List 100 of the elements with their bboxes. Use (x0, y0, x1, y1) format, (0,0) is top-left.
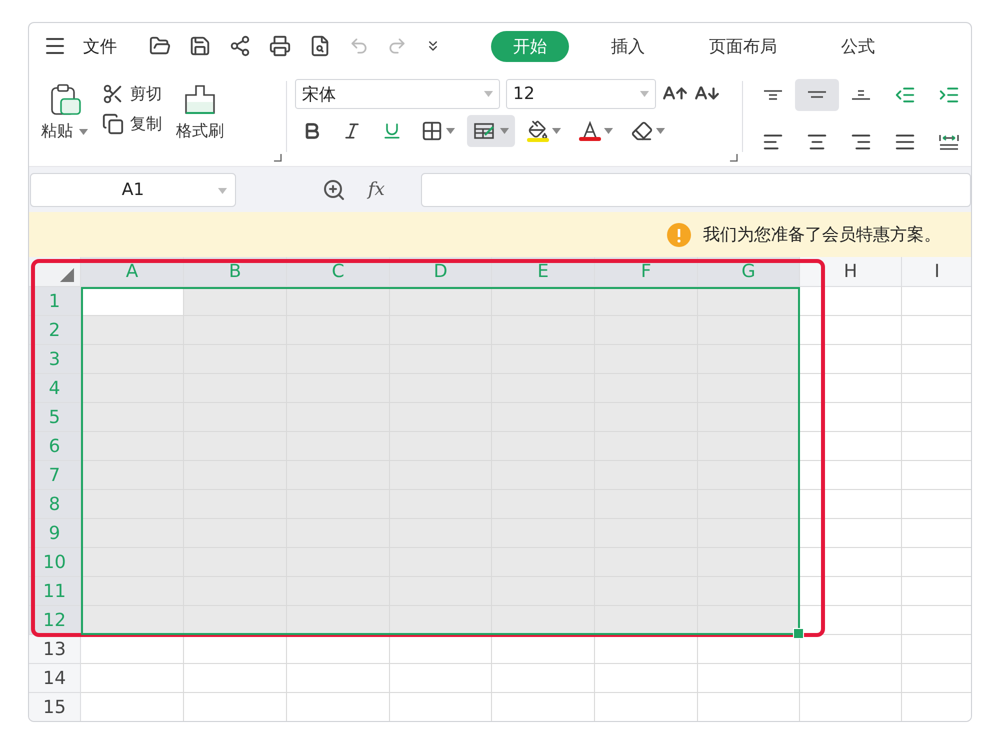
row-header[interactable]: 4 (29, 374, 81, 403)
grid-cell[interactable] (184, 635, 287, 664)
share-icon[interactable] (229, 35, 251, 57)
grid-cell[interactable] (184, 316, 287, 345)
row-header[interactable]: 6 (29, 432, 81, 461)
grid-cell[interactable] (184, 287, 287, 316)
cell-style-button[interactable] (467, 115, 515, 147)
ribbon-tab[interactable]: 开始 (491, 30, 569, 62)
zoom-icon[interactable] (322, 178, 346, 202)
font-name-select[interactable]: 宋体 (295, 79, 500, 109)
row-header[interactable]: 1 (29, 287, 81, 316)
grid-cell[interactable] (800, 664, 902, 693)
redo-icon[interactable] (387, 36, 407, 56)
grid-cell[interactable] (800, 548, 902, 577)
grid-cell[interactable] (800, 461, 902, 490)
font-size-select[interactable]: 12 (506, 79, 656, 109)
grid-cell[interactable] (81, 432, 184, 461)
grid-cell[interactable] (287, 606, 390, 635)
grid-cell[interactable] (81, 316, 184, 345)
format-painter-button[interactable]: 格式刷 (172, 79, 228, 166)
grid-cell[interactable] (800, 287, 902, 316)
grid-cell[interactable] (698, 374, 800, 403)
save-icon[interactable] (189, 35, 211, 57)
row-header[interactable]: 13 (29, 635, 81, 664)
name-box[interactable]: A1 (30, 172, 236, 206)
grid-cell[interactable] (287, 287, 390, 316)
row-header[interactable]: 9 (29, 519, 81, 548)
grid-cell[interactable] (81, 490, 184, 519)
grid-cell[interactable] (287, 664, 390, 693)
grid-cell[interactable] (800, 635, 902, 664)
grid-cell[interactable] (595, 635, 698, 664)
grid-cell[interactable] (698, 287, 800, 316)
formula-input[interactable] (420, 172, 971, 206)
grid-cell[interactable] (595, 287, 698, 316)
grid-cell[interactable] (698, 403, 800, 432)
grid-cell[interactable] (800, 374, 902, 403)
grid-cell[interactable] (800, 403, 902, 432)
paste-button[interactable]: 粘贴 (37, 79, 92, 166)
ribbon-tab[interactable]: 页面布局 (687, 30, 799, 62)
grid-cell[interactable] (81, 345, 184, 374)
row-header[interactable]: 15 (29, 693, 81, 721)
grid-cell[interactable] (81, 374, 184, 403)
ribbon-tab[interactable]: 公式 (819, 30, 897, 62)
grid-cell[interactable] (698, 519, 800, 548)
grid-cell[interactable] (698, 461, 800, 490)
grid-cell[interactable] (698, 490, 800, 519)
grid-cell[interactable] (390, 635, 492, 664)
grid-cell[interactable] (800, 316, 902, 345)
grid-cell[interactable] (698, 548, 800, 577)
grid-cell[interactable] (287, 635, 390, 664)
cut-button[interactable]: 剪切 (100, 83, 164, 105)
row-header[interactable]: 3 (29, 345, 81, 374)
fill-handle[interactable] (793, 628, 804, 639)
row-header[interactable]: 7 (29, 461, 81, 490)
undo-icon[interactable] (349, 36, 369, 56)
grid-cell[interactable] (390, 606, 492, 635)
grid-cell[interactable] (698, 577, 800, 606)
grid-cell[interactable] (595, 664, 698, 693)
row-header[interactable]: 5 (29, 403, 81, 432)
grid-cell[interactable] (81, 287, 184, 316)
grid-cell[interactable] (81, 577, 184, 606)
grid-cell[interactable] (492, 287, 595, 316)
column-header[interactable]: I (902, 257, 971, 287)
align-middle-button[interactable] (795, 79, 839, 111)
grid-cell[interactable] (800, 490, 902, 519)
print-preview-icon[interactable] (309, 35, 331, 57)
column-header[interactable]: H (800, 257, 902, 287)
grid-cell[interactable] (595, 606, 698, 635)
grid-cell[interactable] (390, 664, 492, 693)
grid-cell[interactable] (800, 519, 902, 548)
grid-cell[interactable] (492, 664, 595, 693)
ribbon-tab[interactable]: 插入 (589, 30, 667, 62)
grid-cell[interactable] (81, 664, 184, 693)
file-menu[interactable]: 文件 (83, 34, 117, 58)
print-icon[interactable] (269, 35, 291, 57)
grid-cell[interactable] (800, 577, 902, 606)
grid-cell[interactable] (492, 606, 595, 635)
grid-cell[interactable] (698, 345, 800, 374)
grid-cell[interactable] (698, 606, 800, 635)
grid-cell[interactable] (184, 664, 287, 693)
row-header[interactable]: 14 (29, 664, 81, 693)
grid-cell[interactable] (698, 316, 800, 345)
grid-cell[interactable] (81, 403, 184, 432)
open-folder-icon[interactable] (149, 35, 171, 57)
grid-cell[interactable] (81, 606, 184, 635)
grid-cell[interactable] (800, 345, 902, 374)
grid-cell[interactable] (800, 432, 902, 461)
grid-cell[interactable] (698, 432, 800, 461)
row-header[interactable]: 2 (29, 316, 81, 345)
row-header[interactable]: 8 (29, 490, 81, 519)
grid-cell[interactable] (81, 548, 184, 577)
grid-cell[interactable] (698, 664, 800, 693)
grid-cell[interactable] (184, 606, 287, 635)
grid-cell[interactable] (492, 635, 595, 664)
row-header[interactable]: 11 (29, 577, 81, 606)
row-header[interactable]: 10 (29, 548, 81, 577)
grid-cell[interactable] (81, 519, 184, 548)
grid-cell[interactable] (81, 635, 184, 664)
grid-cell[interactable] (81, 461, 184, 490)
grid-cell[interactable] (390, 287, 492, 316)
